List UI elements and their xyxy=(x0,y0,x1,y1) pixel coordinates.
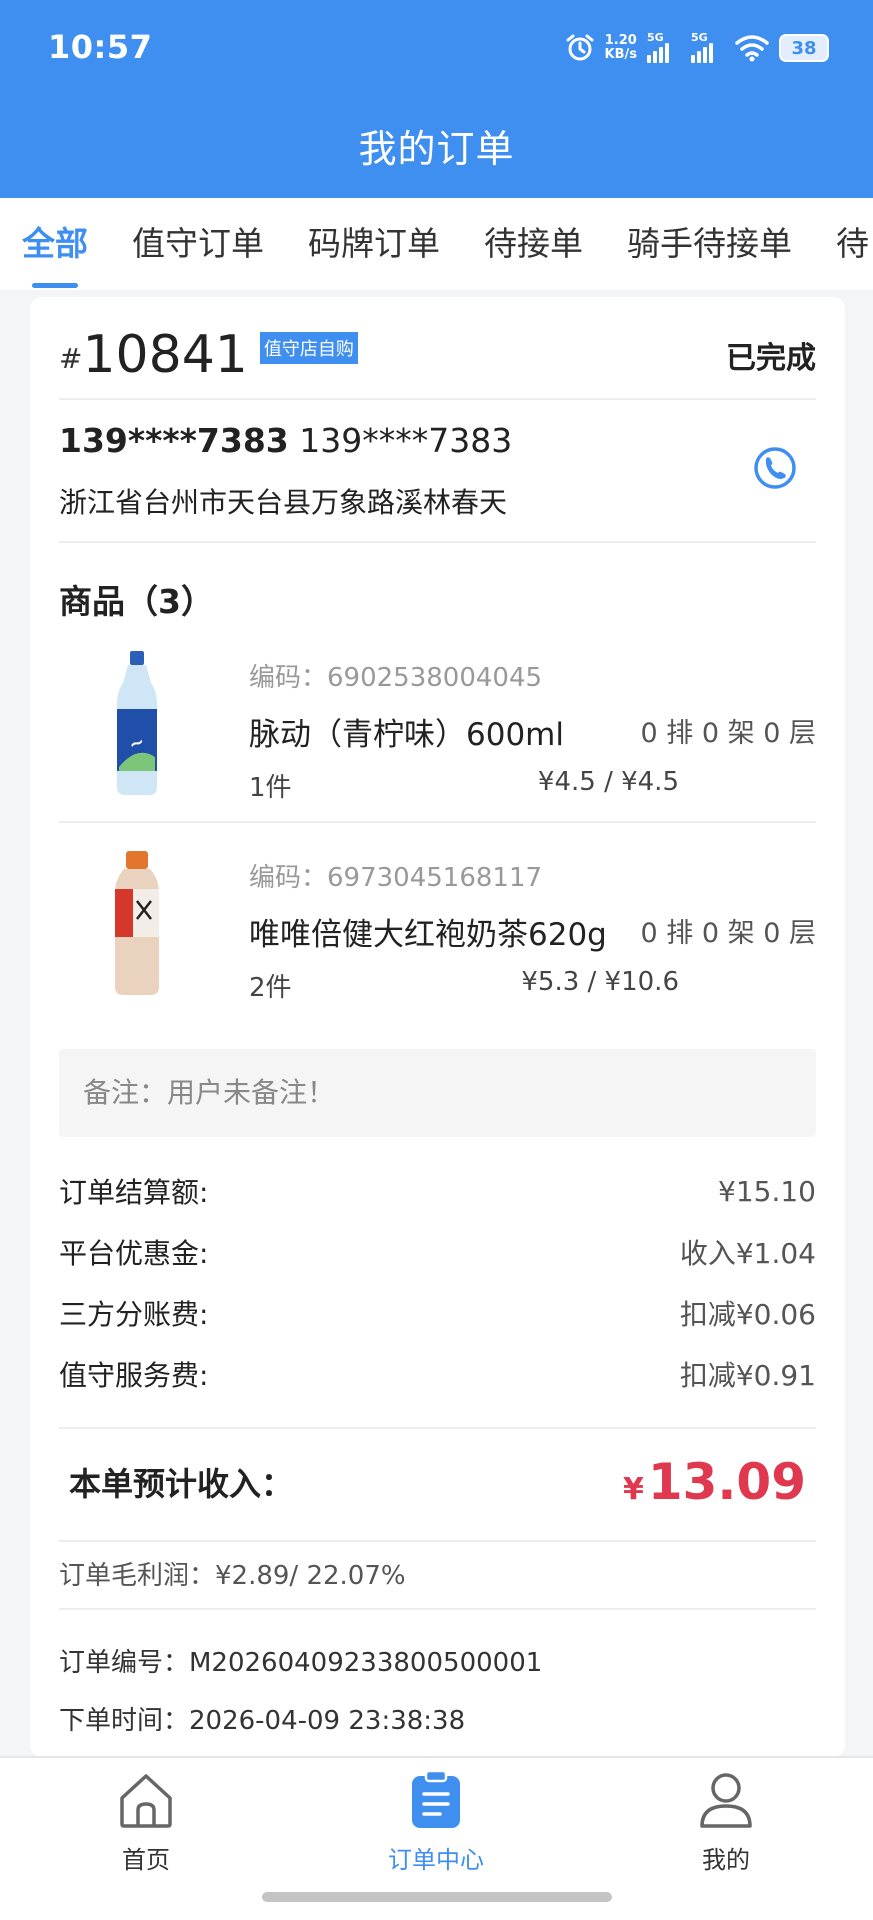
battery-indicator: 38 xyxy=(779,34,829,62)
divider xyxy=(59,541,816,543)
fee-row-settlement: 订单结算额: ¥15.10 xyxy=(59,1174,816,1210)
home-icon xyxy=(120,1774,172,1828)
network-speed: 1.20 KB/s xyxy=(604,33,637,62)
home-indicator[interactable] xyxy=(262,1892,612,1902)
goods-quantity: 1件 xyxy=(249,773,292,803)
goods-barcode: 编码：6902538004045 xyxy=(249,663,543,693)
divider xyxy=(59,1608,816,1610)
phone-call-icon[interactable] xyxy=(752,445,798,491)
signal-5g-icon: 5G xyxy=(691,31,725,63)
goods-section-title: 商品（3） xyxy=(59,582,214,621)
goods-price: ¥4.5 / ¥4.5 xyxy=(537,767,679,797)
order-header: # 10841 值守店自购 已完成 xyxy=(59,315,816,395)
tab-qr-orders[interactable]: 码牌订单 xyxy=(286,198,462,290)
tab-attended-orders[interactable]: 值守订单 xyxy=(110,198,286,290)
fee-row-third-party-split: 三方分账费: 扣减¥0.06 xyxy=(59,1298,816,1331)
tab-more[interactable]: 待 xyxy=(814,198,873,290)
goods-item[interactable]: 编码：6973045168117 唯唯倍健大红袍奶茶620g 0 排 0 架 0… xyxy=(59,849,816,1049)
goods-shelf-location: 0 排 0 架 0 层 xyxy=(640,718,816,749)
status-icons: 1.20 KB/s 5G 5G 38 xyxy=(565,28,829,68)
divider xyxy=(59,398,816,400)
divider xyxy=(59,1540,816,1542)
fee-row-platform-discount: 平台优惠金: 收入¥1.04 xyxy=(59,1237,816,1270)
divider xyxy=(59,821,816,823)
alarm-clock-icon xyxy=(566,34,594,61)
order-clipboard-icon xyxy=(412,1769,460,1828)
order-hash: # xyxy=(59,341,83,375)
customer-info: 139****7383 139****7383 浙江省台州市天台县万象路溪林春天 xyxy=(59,415,816,545)
wifi-icon xyxy=(735,35,769,62)
order-id: 订单编号：M20260409233800500001 xyxy=(59,1648,543,1678)
page-title: 我的订单 xyxy=(358,127,515,171)
goods-barcode: 编码：6973045168117 xyxy=(249,863,543,893)
status-time: 10:57 xyxy=(48,28,153,66)
top-header: 10:57 1.20 KB/s 5G 5G 38 我的订单 xyxy=(0,0,873,198)
order-gross-profit: 订单毛利润：¥2.89/ 22.07% xyxy=(59,1561,406,1591)
goods-item[interactable]: ~ 编码：6902538004045 脉动（青柠味）600ml 0 排 0 架 … xyxy=(59,649,816,849)
tab-rider-pending[interactable]: 骑手待接单 xyxy=(605,198,814,290)
goods-name: 脉动（青柠味）600ml xyxy=(249,717,564,753)
order-time: 下单时间：2026-04-09 23:38:38 xyxy=(59,1706,466,1736)
divider xyxy=(59,1427,816,1429)
goods-name: 唯唯倍健大红袍奶茶620g xyxy=(249,917,607,953)
nav-my[interactable]: 我的 xyxy=(646,1768,806,1875)
estimated-income-value: ¥13.09 xyxy=(622,1453,806,1511)
order-card[interactable]: # 10841 值守店自购 已完成 139****7383 139****738… xyxy=(30,297,845,1757)
user-icon xyxy=(700,1773,752,1828)
order-remark: 备注：用户未备注！ xyxy=(59,1049,816,1137)
nav-order-center[interactable]: 订单中心 xyxy=(356,1768,516,1875)
order-status: 已完成 xyxy=(726,341,816,376)
goods-quantity: 2件 xyxy=(249,973,292,1003)
customer-address: 浙江省台州市天台县万象路溪林春天 xyxy=(59,486,508,519)
tab-all[interactable]: 全部 xyxy=(0,198,110,290)
fee-row-service-fee: 值守服务费: 扣减¥0.91 xyxy=(59,1359,816,1392)
goods-price: ¥5.3 / ¥10.6 xyxy=(521,967,679,997)
signal-5g-icon: 5G xyxy=(647,31,681,63)
order-type-badge: 值守店自购 xyxy=(259,332,358,364)
blue-sports-drink-bottle-icon: ~ xyxy=(117,651,157,795)
tab-pending-accept[interactable]: 待接单 xyxy=(462,198,605,290)
customer-phone: 139****7383 139****7383 xyxy=(59,421,513,460)
goods-shelf-location: 0 排 0 架 0 层 xyxy=(640,918,816,949)
nav-home[interactable]: 首页 xyxy=(66,1768,226,1875)
order-number: 10841 xyxy=(82,325,248,385)
order-filter-tabs: 全部 值守订单 码牌订单 待接单 骑手待接单 待 xyxy=(0,198,873,290)
estimated-income: 本单预计收入： ¥13.09 xyxy=(59,1442,816,1522)
estimated-income-label: 本单预计收入： xyxy=(69,1465,294,1503)
milk-tea-bottle-icon xyxy=(115,851,159,995)
